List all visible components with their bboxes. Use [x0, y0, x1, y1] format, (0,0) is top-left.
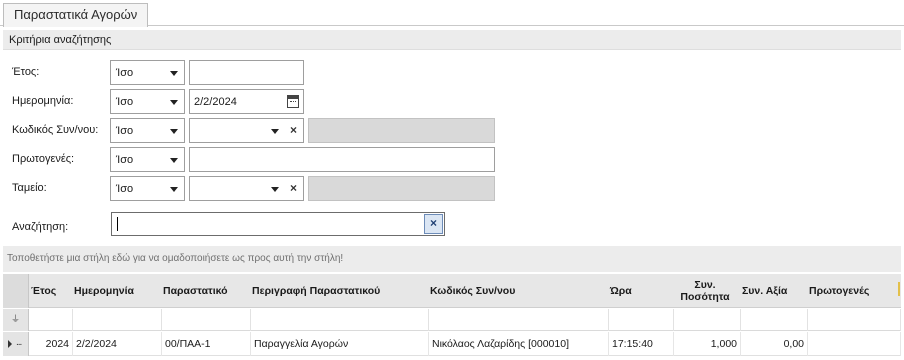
filter-cell-date[interactable]	[73, 309, 162, 331]
row-indicator[interactable]: ...	[3, 332, 29, 356]
cell-description[interactable]: Παραγγελία Αγορών	[251, 332, 429, 356]
column-header-total-quantity[interactable]: Συν. Ποσότητα	[673, 274, 737, 308]
tab-strip: Παραστατικά Αγορών	[0, 0, 904, 27]
criteria-row-primary: Πρωτογενές: Ίσο	[0, 147, 904, 173]
current-row-arrow-icon	[8, 340, 12, 348]
year-operator-select[interactable]: Ίσο	[110, 60, 185, 85]
search-criteria-header[interactable]: Κριτήρια αναζήτησης	[3, 30, 901, 50]
criteria-row-partner-code: Κωδικός Συν/νου: Ίσο ×	[0, 118, 904, 144]
row-indicator-header	[3, 274, 29, 308]
auto-filter-row: ⏚	[3, 309, 901, 331]
table-row[interactable]: ... 2024 2/2/2024 00/ΠΑΑ-1 Παραγγελία Αγ…	[3, 332, 901, 356]
primary-operator-select[interactable]: Ίσο	[110, 147, 185, 172]
cash-register-operator-value: Ίσο	[116, 183, 134, 195]
calendar-icon[interactable]	[287, 95, 299, 108]
group-by-hint: Τοποθετήστε μια στήλη εδώ για να ομαδοπο…	[7, 253, 344, 264]
cash-register-combo[interactable]: ×	[189, 176, 304, 201]
column-header-label: Ημερομηνία	[74, 285, 134, 297]
column-header-label: Έτος	[31, 285, 57, 297]
year-operator-value: Ίσο	[116, 67, 134, 79]
column-header-label: Παραστατικό	[163, 285, 228, 297]
filter-cell-year[interactable]	[30, 309, 73, 331]
primary-operator-value: Ίσο	[116, 154, 134, 166]
partner-code-label: Κωδικός Συν/νου:	[12, 124, 99, 136]
filter-cell-total-quantity[interactable]	[674, 309, 741, 331]
primary-input[interactable]	[189, 147, 495, 172]
criteria-row-cash-register: Ταμείο: Ίσο ×	[0, 176, 904, 202]
filter-cell-total-value[interactable]	[741, 309, 808, 331]
partner-name-readonly-field	[308, 118, 495, 143]
cell-date[interactable]: 2/2/2024	[73, 332, 162, 356]
date-operator-value: Ίσο	[116, 96, 134, 108]
close-icon[interactable]: ×	[290, 123, 297, 137]
partner-code-operator-select[interactable]: Ίσο	[110, 118, 185, 143]
date-input[interactable]: 2/2/2024	[189, 89, 304, 114]
row-marker: ...	[16, 337, 22, 348]
column-header-label: Συν. Ποσότητα	[680, 279, 730, 303]
year-label: Έτος:	[12, 66, 40, 78]
filter-icon: ⏚	[3, 309, 29, 331]
filter-cell-primary[interactable]	[808, 309, 901, 331]
column-header-description[interactable]: Περιγραφή Παραστατικού	[252, 274, 427, 308]
cell-total-quantity[interactable]: 1,000	[674, 332, 741, 356]
criteria-row-year: Έτος: Ίσο	[0, 60, 904, 86]
column-header-total-value[interactable]: Συν. Αξία	[742, 274, 806, 308]
cash-register-operator-select[interactable]: Ίσο	[110, 176, 185, 201]
column-header-label: Κωδικός Συν/νου	[430, 285, 516, 297]
chevron-down-icon	[170, 129, 178, 134]
filter-cell-description[interactable]	[251, 309, 429, 331]
column-header-label: Περιγραφή Παραστατικού	[252, 285, 381, 297]
filter-cell-time[interactable]	[609, 309, 674, 331]
cash-register-name-readonly-field	[308, 176, 495, 201]
cell-primary[interactable]	[808, 332, 901, 356]
date-operator-select[interactable]: Ίσο	[110, 89, 185, 114]
tab-purchase-documents[interactable]: Παραστατικά Αγορών	[3, 3, 149, 27]
cell-time[interactable]: 17:15:40	[609, 332, 674, 356]
partner-code-operator-value: Ίσο	[116, 125, 134, 137]
column-resize-marker	[898, 282, 900, 296]
search-label: Αναζήτηση:	[12, 221, 69, 233]
group-by-panel[interactable]: Τοποθετήστε μια στήλη εδώ για να ομαδοπο…	[3, 246, 901, 272]
close-icon: ×	[429, 216, 437, 230]
column-header-label: Πρωτογενές	[809, 285, 870, 297]
chevron-down-icon[interactable]	[271, 129, 279, 134]
grid-header: Έτος Ημερομηνία Παραστατικό Περιγραφή Πα…	[3, 274, 901, 308]
cash-register-label: Ταμείο:	[12, 182, 47, 194]
criteria-row-date: Ημερομηνία: Ίσο 2/2/2024	[0, 89, 904, 115]
filter-cell-partner-code[interactable]	[429, 309, 609, 331]
text-cursor	[117, 217, 118, 231]
cell-partner-code[interactable]: Νικόλαος Λαζαρίδης [000010]	[429, 332, 609, 356]
filter-cell-document[interactable]	[162, 309, 251, 331]
column-header-label: Ώρα	[610, 285, 632, 297]
cell-year[interactable]: 2024	[30, 332, 73, 356]
column-header-date[interactable]: Ημερομηνία	[74, 274, 160, 308]
search-clear-button[interactable]: ×	[424, 214, 443, 234]
chevron-down-icon	[170, 100, 178, 105]
column-header-primary[interactable]: Πρωτογενές	[809, 274, 889, 308]
column-header-time[interactable]: Ώρα	[610, 274, 670, 308]
chevron-down-icon[interactable]	[271, 187, 279, 192]
column-header-document[interactable]: Παραστατικό	[163, 274, 249, 308]
column-header-year[interactable]: Έτος	[31, 274, 73, 308]
column-header-label: Συν. Αξία	[742, 285, 788, 297]
chevron-down-icon	[170, 71, 178, 76]
close-icon[interactable]: ×	[290, 181, 297, 195]
partner-code-combo[interactable]: ×	[189, 118, 304, 143]
date-label: Ημερομηνία:	[12, 95, 74, 107]
primary-label: Πρωτογενές:	[12, 153, 75, 165]
date-input-value: 2/2/2024	[194, 96, 237, 108]
search-input[interactable]: ×	[111, 212, 445, 236]
cell-document[interactable]: 00/ΠΑΑ-1	[162, 332, 251, 356]
cell-total-value[interactable]: 0,00	[741, 332, 808, 356]
chevron-down-icon	[170, 158, 178, 163]
year-input[interactable]	[189, 60, 304, 85]
chevron-down-icon	[170, 187, 178, 192]
column-header-partner-code[interactable]: Κωδικός Συν/νου	[430, 274, 605, 308]
